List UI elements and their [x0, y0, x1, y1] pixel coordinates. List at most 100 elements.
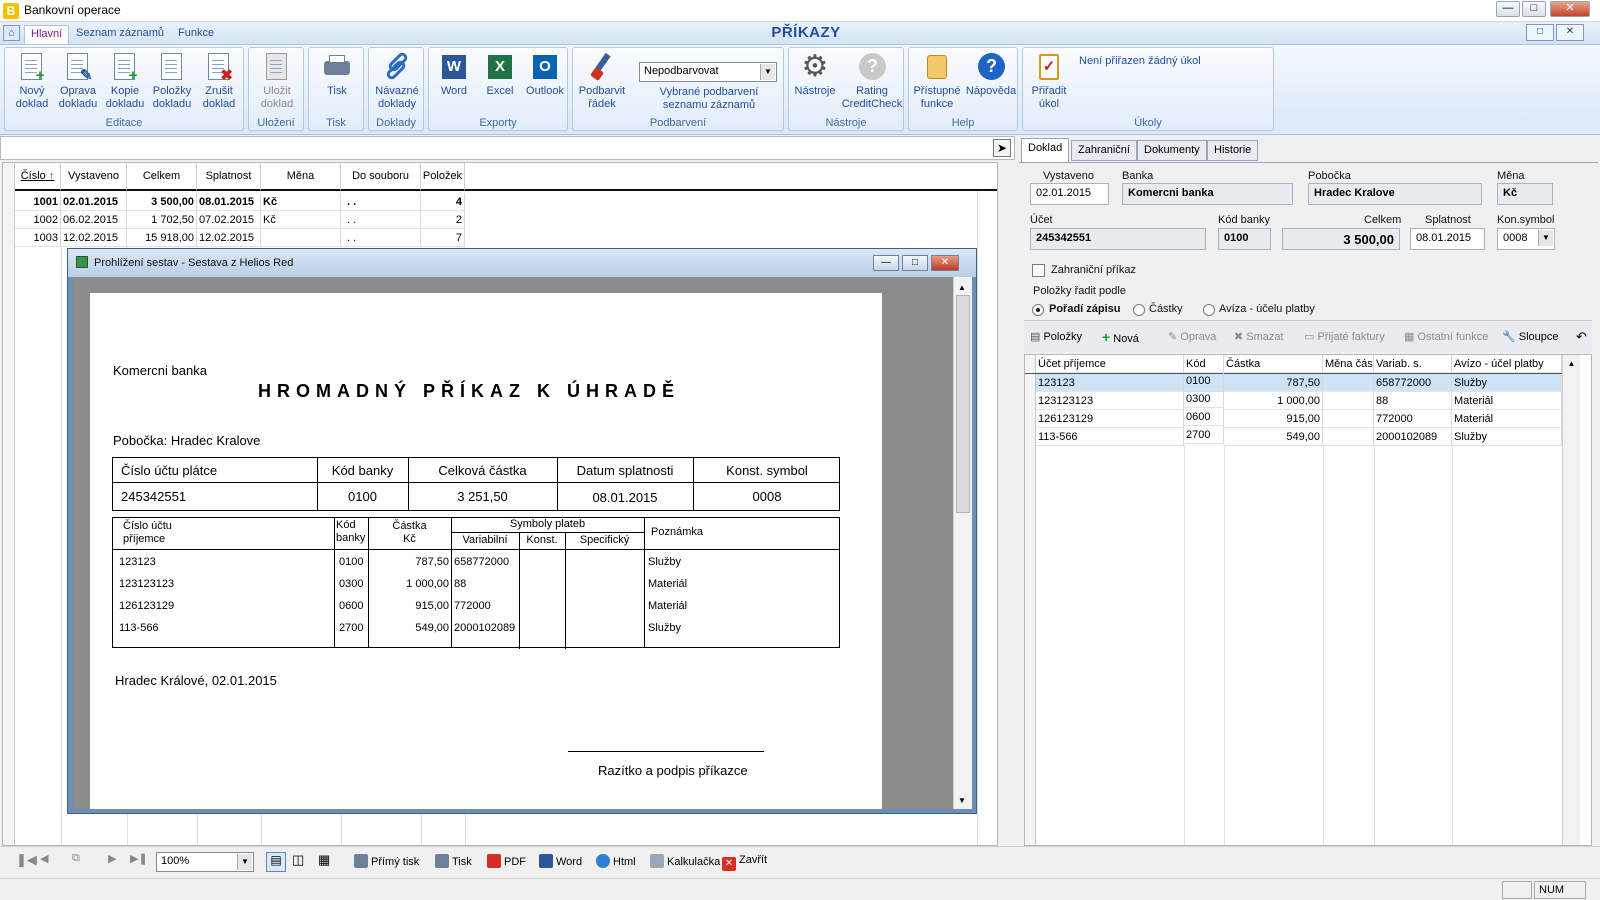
report-scrollbar[interactable]: ▲ ▼ — [953, 277, 972, 809]
col-header-splatnost[interactable]: Splatnost — [197, 163, 261, 191]
first-page-icon[interactable]: ❚◀ — [16, 852, 37, 868]
tab-dokumenty[interactable]: Dokumenty — [1137, 140, 1207, 161]
table-cell[interactable]: 1 702,50 — [127, 211, 197, 229]
table-cell[interactable]: . . — [341, 229, 421, 247]
two-page-view-icon[interactable]: ◫ — [292, 852, 304, 868]
scroll-thumb[interactable] — [956, 295, 970, 513]
received-invoices-button[interactable]: ▭ Přijaté faktury — [1304, 330, 1385, 343]
col-header-ucet-prijemce[interactable]: Účet příjemce — [1036, 355, 1184, 373]
table-cell[interactable] — [1323, 410, 1374, 428]
available-functions-button[interactable]: Přístupné funkce — [911, 51, 963, 111]
html-button[interactable]: Html — [596, 854, 636, 868]
home-icon[interactable]: ⌂ — [3, 25, 20, 41]
print-report-button[interactable]: Tisk — [435, 854, 472, 868]
table-cell[interactable]: 06.02.2015 — [61, 211, 127, 229]
table-cell[interactable]: 126123129 — [1036, 410, 1184, 428]
close-inner-button[interactable]: ✕ — [1556, 24, 1584, 41]
mena-field[interactable]: Kč — [1497, 183, 1553, 205]
scroll-down-icon[interactable]: ▼ — [958, 796, 966, 805]
table-cell[interactable]: 2000102089 — [1374, 428, 1452, 446]
table-cell[interactable]: Kč — [261, 193, 341, 211]
table-cell[interactable]: Kč — [261, 211, 341, 229]
table-cell[interactable]: . . — [341, 211, 421, 229]
single-page-view-icon[interactable]: ▤ — [266, 852, 286, 872]
col-header-mena[interactable]: Měna — [261, 163, 341, 191]
edit-document-button[interactable]: ✎ Oprava dokladu — [55, 51, 101, 111]
ucet-field[interactable]: 245342551 — [1030, 228, 1206, 250]
table-cell[interactable]: 12.02.2015 — [61, 229, 127, 247]
table-cell[interactable]: 07.02.2015 — [197, 211, 261, 229]
export-outlook-button[interactable]: O Outlook — [523, 51, 567, 98]
table-cell[interactable]: 113-566 — [1036, 428, 1184, 446]
tab-hlavni[interactable]: Hlavní — [24, 25, 70, 44]
col-header-mena-castky[interactable]: Měna část — [1323, 355, 1374, 373]
table-cell[interactable] — [1323, 374, 1374, 392]
table-cell[interactable]: 123123 — [1036, 374, 1184, 392]
rating-creditcheck-button[interactable]: ? Rating CreditCheck — [841, 51, 903, 111]
foreign-order-checkbox[interactable] — [1032, 264, 1045, 277]
table-cell[interactable]: 123123123 — [1036, 392, 1184, 410]
last-page-icon[interactable]: ▶❚ — [130, 852, 148, 865]
table-cell[interactable]: 0100 — [1184, 372, 1224, 390]
save-document-button[interactable]: Uložit doklad — [253, 51, 301, 111]
celkem-field[interactable]: 3 500,00 — [1282, 228, 1400, 250]
banka-field[interactable]: Komercni banka — [1122, 183, 1293, 205]
table-cell[interactable]: 7 — [421, 229, 465, 247]
table-cell[interactable]: 88 — [1374, 392, 1452, 410]
close-button[interactable]: ✕ — [1550, 1, 1590, 17]
table-cell[interactable] — [261, 229, 341, 247]
scroll-up-icon[interactable]: ▲ — [958, 283, 966, 292]
play-icon[interactable]: ➤ — [993, 139, 1011, 157]
direct-print-button[interactable]: Přímý tisk — [354, 854, 419, 868]
tab-zahranicni[interactable]: Zahraniční — [1071, 140, 1137, 161]
table-cell[interactable]: 3 500,00 — [127, 193, 197, 211]
minimize-button[interactable]: — — [1496, 1, 1520, 17]
kon-symbol-select[interactable]: 0008 ▼ — [1497, 228, 1555, 250]
table-cell[interactable]: 915,00 — [1224, 410, 1323, 428]
col-header-castka[interactable]: Částka — [1224, 355, 1323, 373]
table-cell[interactable]: Materiál — [1452, 410, 1562, 428]
table-cell[interactable] — [1323, 428, 1374, 446]
color-row-button[interactable]: Podbarvit řádek — [575, 51, 629, 111]
report-viewport[interactable]: Komercni banka HROMADNÝ PŘÍKAZ K ÚHRADĚ … — [73, 277, 953, 809]
table-cell[interactable]: 1001 — [15, 193, 61, 211]
pdf-button[interactable]: PDF — [487, 854, 526, 868]
document-items-button[interactable]: Položky dokladu — [149, 51, 195, 111]
table-cell[interactable]: 15 918,00 — [127, 229, 197, 247]
new-item-button[interactable]: + Nová — [1102, 329, 1139, 345]
table-cell[interactable]: Služby — [1452, 374, 1562, 392]
next-page-icon[interactable]: ▶ — [108, 852, 116, 865]
restore-inner-button[interactable]: □ — [1526, 24, 1554, 41]
kod-banky-field[interactable]: 0100 — [1218, 228, 1271, 250]
col-header-polozek[interactable]: Položek — [421, 163, 465, 191]
tab-historie[interactable]: Historie — [1207, 140, 1259, 161]
pobocka-field[interactable]: Hradec Kralove — [1308, 183, 1482, 205]
table-cell[interactable]: 2700 — [1184, 426, 1224, 444]
table-cell[interactable]: 549,00 — [1224, 428, 1323, 446]
table-cell[interactable]: 1 000,00 — [1224, 392, 1323, 410]
row-color-select[interactable]: Nepodbarvovat ▼ — [639, 62, 777, 82]
table-cell[interactable]: 658772000 — [1374, 374, 1452, 392]
items-scrollbar[interactable]: ▲ — [1562, 355, 1580, 845]
other-functions-button[interactable]: ▦ Ostatní funkce — [1404, 330, 1488, 343]
word-button[interactable]: Word — [539, 854, 582, 868]
table-cell[interactable]: 08.01.2015 — [197, 193, 261, 211]
report-maximize-button[interactable]: □ — [902, 255, 928, 271]
items-button[interactable]: ▤ Položky — [1030, 330, 1082, 343]
table-cell[interactable] — [1323, 392, 1374, 410]
export-excel-button[interactable]: X Excel — [479, 51, 521, 98]
cancel-document-button[interactable]: ✖ Zrušit doklad — [197, 51, 241, 111]
table-cell[interactable]: 1003 — [15, 229, 61, 247]
print-button[interactable]: Tisk — [313, 51, 361, 98]
help-button[interactable]: ? Nápověda — [965, 51, 1017, 98]
delete-item-button[interactable]: ✖ Smazat — [1234, 330, 1284, 343]
export-word-button[interactable]: W Word — [433, 51, 475, 98]
table-cell[interactable]: 0600 — [1184, 408, 1224, 426]
assign-task-button[interactable]: ✓ Přiřadit úkol — [1027, 51, 1071, 111]
sort-advice-radio[interactable] — [1203, 304, 1215, 316]
tab-doklad[interactable]: Doklad — [1021, 138, 1070, 162]
table-cell[interactable]: Materiál — [1452, 392, 1562, 410]
columns-button[interactable]: 🔧 Sloupce — [1502, 330, 1559, 343]
table-cell[interactable]: 12.02.2015 — [197, 229, 261, 247]
vystaveno-field[interactable]: 02.01.2015 — [1030, 183, 1109, 205]
